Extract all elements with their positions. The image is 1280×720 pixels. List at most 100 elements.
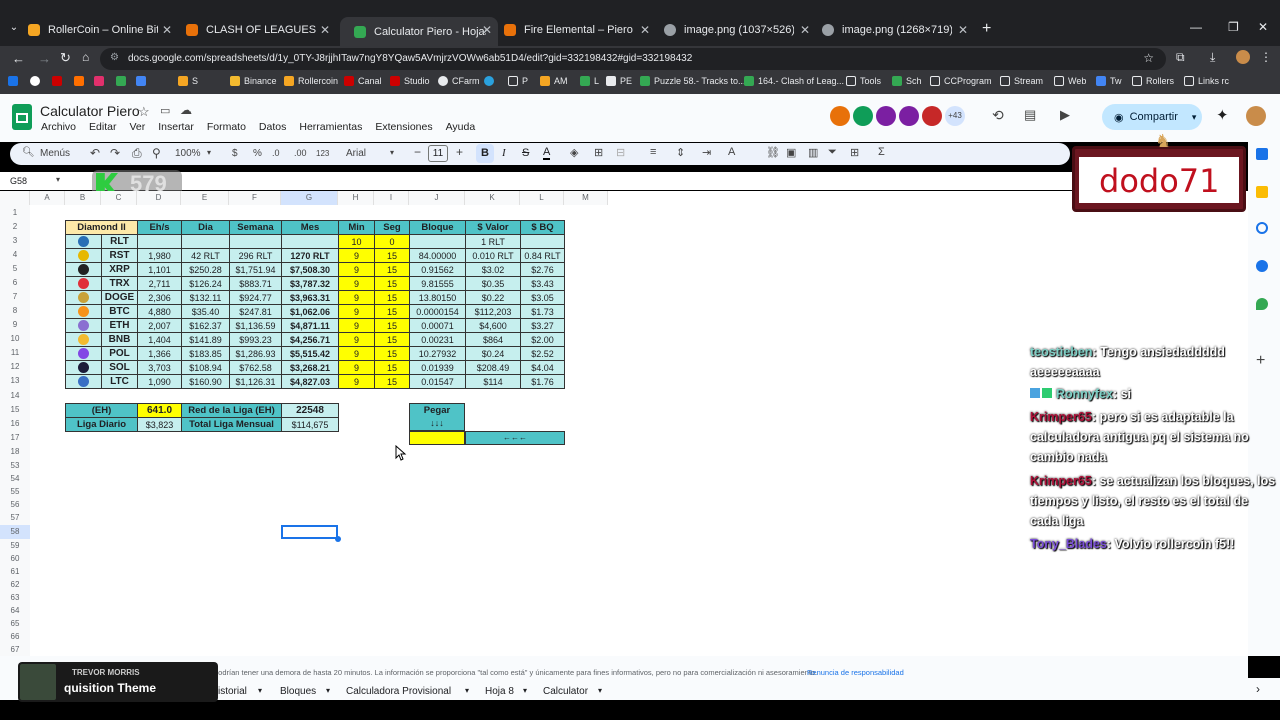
cell-min[interactable]: 9 <box>338 262 375 277</box>
row-header[interactable]: 10 <box>0 332 30 346</box>
name-box[interactable]: G58 <box>10 176 27 186</box>
close-icon[interactable]: ✕ <box>482 23 492 37</box>
row-header[interactable]: 59 <box>0 539 30 552</box>
cell-min[interactable]: 9 <box>338 332 375 347</box>
avatar[interactable] <box>853 106 873 126</box>
insert-chart-icon[interactable]: ▥ <box>808 146 818 159</box>
keep-icon[interactable] <box>1256 186 1268 198</box>
cell-seg[interactable]: 15 <box>374 290 410 305</box>
column-header[interactable]: C <box>101 191 137 205</box>
tab-search-icon[interactable]: ⌄ <box>6 22 22 38</box>
row-header[interactable]: 67 <box>0 643 30 656</box>
cell-semana[interactable]: $247.81 <box>229 304 282 319</box>
search-menus-field[interactable]: Menús <box>40 148 70 159</box>
row-header[interactable]: 12 <box>0 360 30 374</box>
row-header[interactable]: 53 <box>0 459 30 472</box>
cell-valor[interactable]: $208.49 <box>465 360 521 375</box>
column-header[interactable]: I <box>374 191 409 205</box>
row-header[interactable]: 14 <box>0 388 30 403</box>
paint-format-icon[interactable]: ⚲ <box>152 146 161 160</box>
cell-dia[interactable]: $132.11 <box>181 290 230 305</box>
cell-bloque[interactable]: 0.0000154 <box>409 304 466 319</box>
bookmark[interactable]: CFarm <box>438 76 480 86</box>
bookmark[interactable]: L <box>580 76 599 86</box>
chevron-down-icon[interactable]: ▾ <box>390 148 394 157</box>
cell-bloque[interactable]: 9.81555 <box>409 276 466 291</box>
redo-icon[interactable]: ↷ <box>110 146 120 160</box>
cell-semana[interactable]: 296 RLT <box>229 248 282 263</box>
bookmark[interactable]: Tw <box>1096 76 1122 86</box>
cell-min[interactable]: 9 <box>338 304 375 319</box>
minimize-icon[interactable]: — <box>1190 20 1202 34</box>
row-header[interactable]: 58 <box>0 525 30 539</box>
sheet-tab[interactable]: istorial <box>218 686 247 697</box>
align-vertical-icon[interactable]: ⇕ <box>676 146 685 159</box>
spreadsheet-grid[interactable]: A B C D E F G H I J K L M 1 2 3 4 5 6 7 8 9 10 11 1… <box>0 191 608 656</box>
row-header[interactable]: 8 <box>0 304 30 318</box>
cell-valor[interactable]: 1 RLT <box>465 234 521 249</box>
cell-ehs[interactable]: 1,366 <box>137 346 182 361</box>
row-header[interactable]: 4 <box>0 248 30 262</box>
chevron-down-icon[interactable]: ▾ <box>326 686 330 695</box>
cell-bq[interactable]: $3.27 <box>520 318 565 333</box>
filter-icon[interactable]: ⏷ <box>828 146 837 159</box>
bookmark[interactable]: Binance <box>230 76 277 86</box>
increase-decimals-button[interactable]: .00 <box>294 148 307 158</box>
percent-format-button[interactable]: % <box>253 148 262 159</box>
bookmark[interactable]: 164.- Clash of Leag... <box>744 76 844 86</box>
cell-dia[interactable]: $162.37 <box>181 318 230 333</box>
row-header[interactable]: 1 <box>0 205 30 220</box>
cell-ehs[interactable] <box>137 234 182 249</box>
cell-min[interactable]: 9 <box>338 318 375 333</box>
chevron-right-icon[interactable]: › <box>1256 682 1260 696</box>
bookmark-star-icon[interactable]: ☆ <box>1143 51 1154 65</box>
column-header[interactable]: E <box>181 191 229 205</box>
functions-icon[interactable]: Σ <box>878 146 885 158</box>
currency-format-button[interactable]: $ <box>232 148 238 159</box>
link-icon[interactable]: ⛓ <box>766 146 780 159</box>
cell-valor[interactable]: $114 <box>465 374 521 389</box>
column-header[interactable]: A <box>30 191 65 205</box>
disclaimer-link[interactable]: Renuncia de responsabilidad <box>807 668 904 677</box>
cell-bloque[interactable]: 0.00231 <box>409 332 466 347</box>
cell-bq[interactable]: $3.05 <box>520 290 565 305</box>
bookmark[interactable] <box>30 76 44 86</box>
cell-valor[interactable]: $0.22 <box>465 290 521 305</box>
browser-tab-active[interactable]: Calculator Piero - Hojas de cálc✕ <box>340 17 498 46</box>
bookmark[interactable] <box>94 76 108 86</box>
cell-semana[interactable] <box>229 234 282 249</box>
avatar[interactable] <box>922 106 942 126</box>
cell-dia[interactable] <box>181 234 230 249</box>
browser-tab[interactable]: RollerCoin – Online Bitcoin Min✕ <box>28 17 178 43</box>
column-header[interactable]: G <box>281 191 338 205</box>
url-field[interactable]: ⚙ docs.google.com/spreadsheets/d/1y_0TY-… <box>100 48 1166 70</box>
cell-semana[interactable]: $1,136.59 <box>229 318 282 333</box>
cell-bloque[interactable]: 13.80150 <box>409 290 466 305</box>
bookmark[interactable]: Stream <box>1000 76 1043 86</box>
cell-bloque[interactable]: 84.00000 <box>409 248 466 263</box>
font-select[interactable]: Arial <box>346 148 366 159</box>
account-avatar[interactable] <box>1246 106 1266 126</box>
cell-mes[interactable]: $4,871.11 <box>281 318 339 333</box>
browser-tab[interactable]: Fire Elemental – Piero ✕ <box>504 17 656 43</box>
column-header[interactable]: H <box>338 191 374 205</box>
fill-color-icon[interactable]: ◈ <box>570 146 578 159</box>
cell-bloque[interactable]: 0.00071 <box>409 318 466 333</box>
menu-editar[interactable]: Editar <box>89 121 116 133</box>
reload-icon[interactable]: ↻ <box>60 50 71 66</box>
fill-handle[interactable] <box>335 536 341 542</box>
cell-valor[interactable]: $0.35 <box>465 276 521 291</box>
cell-bq[interactable]: 0.84 RLT <box>520 248 565 263</box>
back-icon[interactable]: ← <box>12 51 25 66</box>
row-header[interactable]: 17 <box>0 431 30 445</box>
menu-insertar[interactable]: Insertar <box>158 121 194 133</box>
sheet-tab[interactable]: Calculadora Provisional <box>346 686 451 697</box>
bookmark[interactable]: Rollercoin <box>284 76 338 86</box>
cell-seg[interactable]: 15 <box>374 262 410 277</box>
row-header[interactable]: 56 <box>0 498 30 511</box>
cell-mes[interactable]: $4,827.03 <box>281 374 339 389</box>
font-size-decrease-icon[interactable]: − <box>414 145 421 159</box>
row-header[interactable]: 11 <box>0 346 30 360</box>
row-header[interactable]: 61 <box>0 565 30 578</box>
cell-valor[interactable]: $4,600 <box>465 318 521 333</box>
